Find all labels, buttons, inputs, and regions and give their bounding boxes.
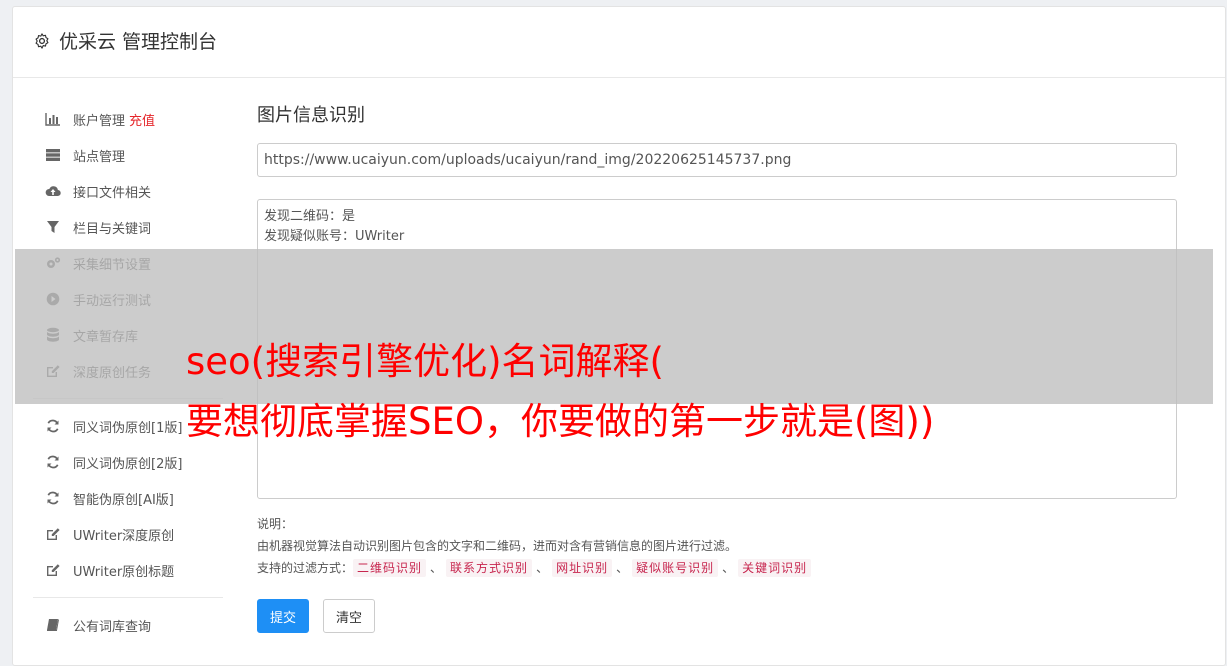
- action-buttons: 提交 清空: [257, 599, 1177, 633]
- filter-separator: 、: [536, 561, 549, 575]
- overlay-caption: seo(搜索引擎优化)名词解释( 要想彻底掌握SEO，你要做的第一步就是(图)): [186, 332, 1216, 452]
- sidebar-item[interactable]: 智能伪原创[AI版]: [33, 480, 223, 516]
- refresh-icon: [45, 454, 61, 470]
- overlay-line-2: 要想彻底掌握SEO，你要做的第一步就是(图)): [186, 400, 935, 443]
- page-title: 图片信息识别: [257, 105, 365, 126]
- sidebar-item-label: 站点管理: [73, 149, 126, 165]
- brand[interactable]: 优采云 管理控制台: [33, 27, 217, 54]
- filter-separator: 、: [616, 561, 629, 575]
- sidebar-item[interactable]: 接口文件相关: [33, 173, 223, 209]
- notes-description: 由机器视觉算法自动识别图片包含的文字和二维码，进而对含有营销信息的图片进行过滤。: [257, 539, 738, 553]
- filter-tag: 网址识别: [552, 559, 613, 577]
- sidebar-item[interactable]: 账户管理 充值: [33, 101, 223, 137]
- sidebar-item-label: 接口文件相关: [73, 185, 152, 201]
- refresh-icon: [45, 490, 61, 506]
- sidebar-item[interactable]: UWriter原创标题: [33, 552, 223, 588]
- refresh-icon: [45, 418, 61, 434]
- clear-button[interactable]: 清空: [323, 599, 376, 633]
- image-url-input[interactable]: https://www.ucaiyun.com/uploads/ucaiyun/…: [257, 143, 1177, 177]
- filter-separator: 、: [430, 561, 443, 575]
- sidebar-item-label: 同义词伪原创[1版]: [73, 420, 183, 436]
- sidebar-item-label: 栏目与关键词: [73, 221, 152, 237]
- menu-divider: [33, 597, 223, 598]
- top-bar: 优采云 管理控制台: [13, 7, 1225, 78]
- sidebar-item-label: UWriter原创标题: [73, 564, 175, 580]
- result-line: 发现疑似账号：UWriter: [264, 229, 405, 244]
- overlay-line-1: seo(搜索引擎优化)名词解释(: [186, 340, 664, 383]
- result-line: 发现二维码：是: [264, 209, 356, 224]
- sidebar-item-label: 智能伪原创[AI版]: [73, 492, 174, 508]
- filter-methods: 支持的过滤方式： 二维码识别、联系方式识别、网址识别、疑似账号识别、关键词识别: [257, 557, 1177, 579]
- submit-button[interactable]: 提交: [257, 599, 310, 633]
- filter-icon: [45, 219, 61, 235]
- recharge-link[interactable]: 充值: [129, 110, 155, 129]
- sidebar-item[interactable]: 公有词库查询: [33, 607, 223, 643]
- cloud-upload-icon: [45, 183, 61, 199]
- notes: 说明： 由机器视觉算法自动识别图片包含的文字和二维码，进而对含有营销信息的图片进…: [257, 513, 1177, 579]
- server-icon: [45, 147, 61, 163]
- edit-icon: [45, 562, 61, 578]
- sidebar-item-label: 同义词伪原创[2版]: [73, 456, 183, 472]
- edit-icon: [45, 526, 61, 542]
- sidebar-item-label: UWriter深度原创: [73, 528, 175, 544]
- bar-chart-icon: [45, 111, 61, 127]
- filter-separator: 、: [722, 561, 735, 575]
- sidebar-item-label: 账户管理: [73, 113, 126, 129]
- sidebar-item[interactable]: 栏目与关键词: [33, 209, 223, 245]
- filter-tag: 疑似账号识别: [632, 559, 719, 577]
- sidebar-item[interactable]: UWriter深度原创: [33, 516, 223, 552]
- app-title: 优采云 管理控制台: [59, 31, 218, 53]
- filter-tag: 二维码识别: [353, 559, 427, 577]
- filter-label: 支持的过滤方式：: [257, 561, 354, 575]
- gear-icon: [35, 32, 49, 49]
- notes-title: 说明：: [257, 517, 294, 531]
- sidebar-item[interactable]: 站点管理: [33, 137, 223, 173]
- book-icon: [45, 617, 61, 633]
- filter-tag: 关键词识别: [738, 559, 812, 577]
- filter-tag: 联系方式识别: [446, 559, 533, 577]
- sidebar-item-label: 公有词库查询: [73, 619, 152, 635]
